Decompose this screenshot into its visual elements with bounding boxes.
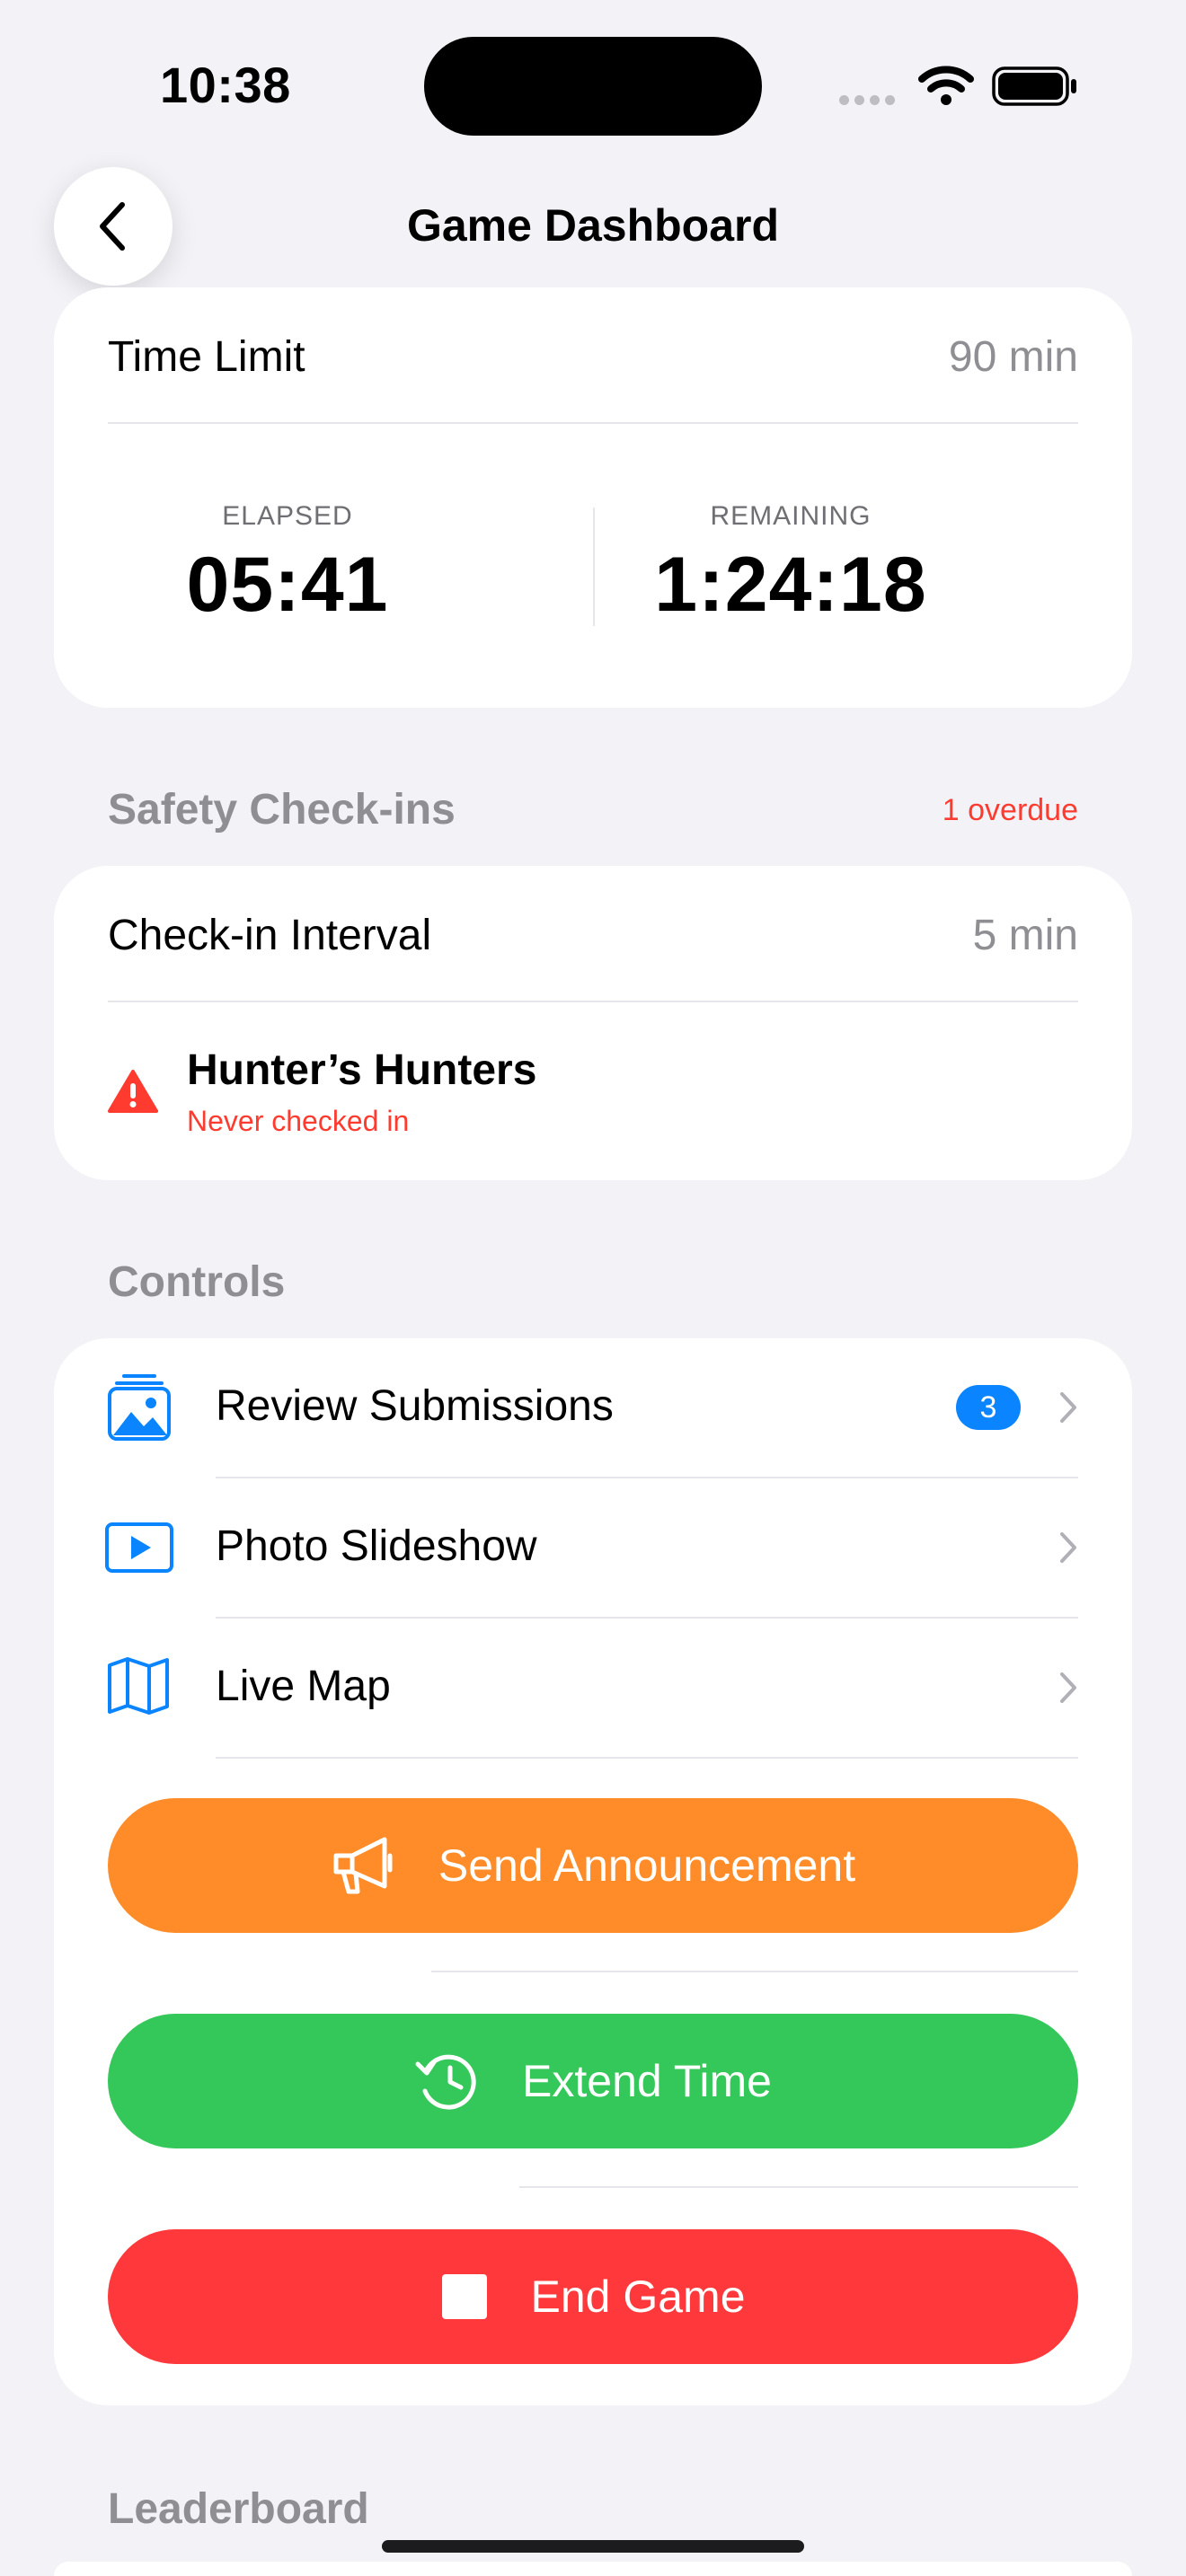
photo-slideshow-row[interactable]: Photo Slideshow [54, 1478, 1132, 1617]
page-title: Game Dashboard [406, 200, 779, 251]
dynamic-island [424, 37, 762, 136]
end-game-button[interactable]: End Game [108, 2229, 1078, 2364]
leaderboard-card [54, 2562, 1132, 2576]
controls-section-header: Controls [108, 1258, 286, 1306]
time-limit-value: 90 min [948, 333, 1078, 381]
map-icon [108, 1657, 169, 1715]
chevron-right-icon [1060, 1532, 1076, 1563]
divider [216, 1757, 1078, 1759]
safety-section-header: Safety Check-ins [108, 786, 456, 834]
elapsed-value: 05:41 [186, 542, 389, 628]
checkin-interval-value: 5 min [972, 912, 1078, 959]
submissions-count-badge: 3 [956, 1385, 1021, 1430]
home-indicator[interactable] [382, 2540, 804, 2553]
chevron-right-icon [1060, 1392, 1076, 1423]
extend-time-button[interactable]: Extend Time [108, 2014, 1078, 2148]
warning-triangle-icon [108, 1070, 158, 1113]
signal-dots-icon [839, 93, 900, 110]
divider [519, 2186, 1078, 2188]
live-map-label: Live Map [216, 1663, 391, 1710]
battery-icon [992, 66, 1076, 106]
chevron-right-icon [1060, 1672, 1076, 1703]
photo-stack-icon [108, 1374, 171, 1441]
status-time: 10:38 [160, 57, 291, 113]
overdue-count: 1 overdue [942, 793, 1078, 827]
time-card: Time Limit 90 min ELAPSED 05:41 REMAININ… [54, 287, 1132, 708]
end-game-label: End Game [530, 2272, 746, 2322]
review-submissions-label: Review Submissions [216, 1382, 614, 1430]
play-rectangle-icon [105, 1522, 173, 1573]
send-announcement-label: Send Announcement [438, 1840, 856, 1891]
overdue-team-name: Hunter’s Hunters [187, 1046, 537, 1094]
remaining-value: 1:24:18 [654, 542, 927, 628]
divider [108, 1001, 1078, 1002]
checkin-interval-label: Check-in Interval [108, 912, 432, 959]
extend-time-label: Extend Time [522, 2056, 772, 2106]
megaphone-icon [333, 1837, 393, 1894]
live-map-row[interactable]: Live Map [54, 1619, 1132, 1757]
divider [431, 1971, 1078, 1972]
leaderboard-section-header: Leaderboard [108, 2485, 369, 2533]
time-limit-label: Time Limit [108, 333, 305, 381]
wifi-icon [918, 66, 974, 105]
stop-square-icon [442, 2274, 488, 2319]
overdue-team-status: Never checked in [187, 1105, 410, 1137]
safety-card: Check-in Interval 5 min Hunter’s Hunters… [54, 866, 1132, 1180]
remaining-label: REMAINING [710, 501, 872, 531]
review-submissions-row[interactable]: Review Submissions 3 [54, 1338, 1132, 1477]
elapsed-label: ELAPSED [222, 501, 353, 531]
send-announcement-button[interactable]: Send Announcement [108, 1798, 1078, 1933]
controls-card: Review Submissions 3 Photo Slideshow Liv… [54, 1338, 1132, 2405]
photo-slideshow-label: Photo Slideshow [216, 1522, 537, 1570]
clock-arrow-icon [415, 2054, 476, 2110]
divider [108, 422, 1078, 424]
